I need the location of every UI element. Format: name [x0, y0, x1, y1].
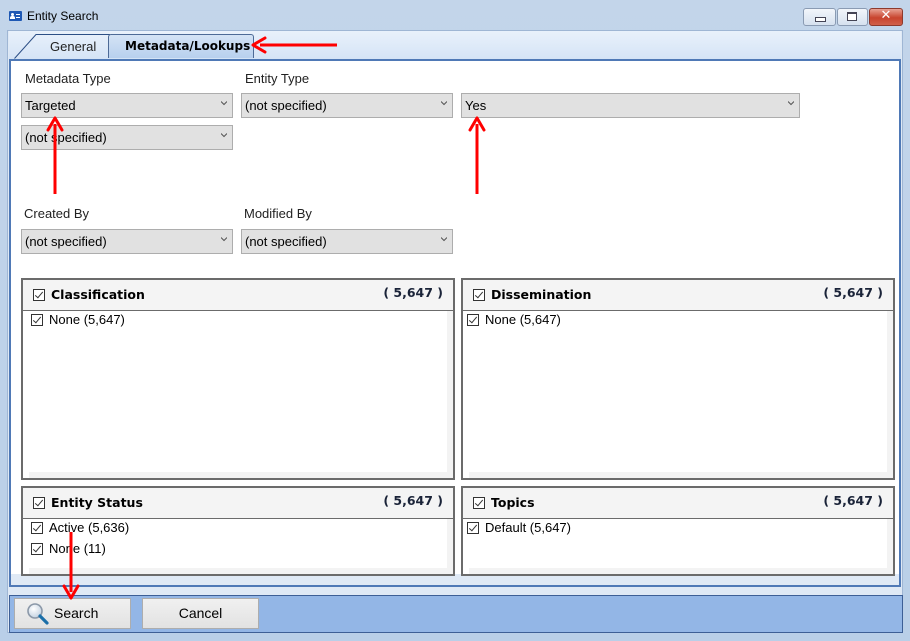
entity-status-list: Active (5,636) None (11) [29, 519, 447, 568]
tab-metadata-lookups-label: Metadata/Lookups [125, 39, 251, 53]
chevron-down-icon [788, 101, 794, 106]
search-icon [27, 603, 49, 625]
classification-panel: Classification ( 5,647 ) None (5,647) [21, 278, 455, 480]
classification-list: None (5,647) [29, 311, 447, 472]
tab-general[interactable]: General [14, 34, 110, 59]
item-checkbox[interactable] [467, 522, 479, 534]
panel-scroll-gutter [887, 519, 893, 574]
window-title: Entity Search [27, 9, 99, 23]
entity-status-title: Entity Status [51, 495, 143, 510]
modified-by-combo[interactable]: (not specified) [241, 229, 453, 254]
entity-status-count: ( 5,647 ) [383, 493, 443, 508]
chevron-down-icon [221, 101, 227, 106]
dissemination-count: ( 5,647 ) [823, 285, 883, 300]
classification-count: ( 5,647 ) [383, 285, 443, 300]
created-by-combo[interactable]: (not specified) [21, 229, 233, 254]
annotation-arrow-yes-combo [468, 116, 486, 194]
dissemination-panel: Dissemination ( 5,647 ) None (5,647) [461, 278, 895, 480]
chevron-down-icon [441, 237, 447, 242]
entity-card-icon [9, 11, 22, 21]
annotation-arrow-search [62, 532, 80, 600]
entity-status-select-all-checkbox[interactable] [33, 497, 45, 509]
item-checkbox[interactable] [31, 522, 43, 534]
entity-status-header: Entity Status ( 5,647 ) [23, 488, 453, 519]
item-label: None (5,647) [49, 312, 125, 327]
dissemination-select-all-checkbox[interactable] [473, 289, 485, 301]
panel-scroll-gutter [469, 472, 893, 478]
classification-header: Classification ( 5,647 ) [23, 280, 453, 311]
chevron-down-icon [441, 101, 447, 106]
annotation-arrow-metadata-type [46, 116, 64, 194]
created-by-label: Created By [24, 206, 90, 221]
topics-header: Topics ( 5,647 ) [463, 488, 893, 519]
item-checkbox[interactable] [467, 314, 479, 326]
dissemination-title: Dissemination [491, 287, 592, 302]
cancel-button[interactable]: Cancel [142, 598, 259, 629]
topics-list: Default (5,647) [465, 519, 887, 568]
panel-scroll-gutter [447, 519, 453, 574]
topics-count: ( 5,647 ) [823, 493, 883, 508]
classification-select-all-checkbox[interactable] [33, 289, 45, 301]
created-by-value: (not specified) [25, 234, 107, 249]
annotation-arrow-tab [251, 36, 337, 54]
cancel-button-label: Cancel [178, 605, 223, 621]
search-button-label: Search [54, 605, 99, 621]
entity-status-panel: Entity Status ( 5,647 ) Active (5,636) N… [21, 486, 455, 576]
entity-value-combo[interactable]: Yes [461, 93, 800, 118]
tab-metadata-lookups[interactable]: Metadata/Lookups [108, 34, 254, 58]
panel-scroll-gutter [469, 568, 893, 574]
dissemination-list: None (5,647) [465, 311, 887, 472]
tab-general-label: General [50, 39, 97, 54]
metadata-type-label: Metadata Type [25, 71, 111, 86]
panel-scroll-gutter [887, 311, 893, 478]
chevron-down-icon [221, 133, 227, 138]
modified-by-value: (not specified) [245, 234, 327, 249]
maximize-button[interactable] [837, 8, 868, 26]
metadata-type-combo[interactable]: Targeted [21, 93, 233, 118]
item-label: None (5,647) [485, 312, 561, 327]
entity-type-value: (not specified) [245, 98, 327, 113]
maximize-icon [847, 12, 857, 21]
dissemination-header: Dissemination ( 5,647 ) [463, 280, 893, 311]
entity-value-value: Yes [465, 98, 487, 113]
minimize-button[interactable] [803, 8, 836, 26]
close-icon: ✕ [880, 8, 892, 23]
search-button[interactable]: Search [14, 598, 131, 629]
item-checkbox[interactable] [31, 314, 43, 326]
topics-select-all-checkbox[interactable] [473, 497, 485, 509]
item-label: Default (5,647) [485, 520, 571, 535]
entity-type-combo[interactable]: (not specified) [241, 93, 453, 118]
classification-title: Classification [51, 287, 145, 302]
title-bar: Entity Search ✕ [0, 0, 910, 30]
item-checkbox[interactable] [31, 543, 43, 555]
close-button[interactable]: ✕ [869, 8, 903, 26]
topics-panel: Topics ( 5,647 ) Default (5,647) [461, 486, 895, 576]
entity-type-label: Entity Type [245, 71, 310, 86]
metadata-value-value: (not specified) [25, 130, 107, 145]
minimize-icon [815, 17, 826, 22]
chevron-down-icon [221, 237, 227, 242]
panel-scroll-gutter [447, 311, 453, 478]
panel-scroll-gutter [29, 568, 453, 574]
metadata-type-value: Targeted [25, 98, 76, 113]
topics-title: Topics [491, 495, 535, 510]
modified-by-label: Modified By [244, 206, 312, 221]
panel-scroll-gutter [29, 472, 453, 478]
